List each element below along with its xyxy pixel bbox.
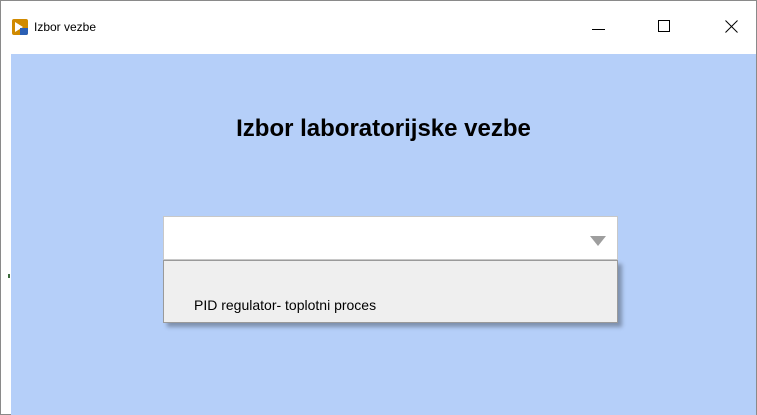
app-window: Izbor vezbe Izbor laboratorijske vezbe P… xyxy=(0,0,757,415)
minimize-icon xyxy=(592,29,605,30)
close-button[interactable] xyxy=(708,1,754,54)
client-area: Izbor laboratorijske vezbe PID regulator… xyxy=(11,54,756,415)
exercise-select[interactable] xyxy=(163,216,618,260)
title-bar[interactable]: Izbor vezbe xyxy=(1,1,756,54)
close-icon xyxy=(725,20,738,33)
window-edge-marker xyxy=(8,274,10,278)
window-title: Izbor vezbe xyxy=(34,20,97,34)
maximize-button[interactable] xyxy=(641,1,687,54)
app-icon[interactable] xyxy=(12,19,28,35)
exercise-dropdown-list: PID regulator- toplotni proces xyxy=(163,260,618,323)
page-title: Izbor laboratorijske vezbe xyxy=(236,115,531,142)
maximize-icon xyxy=(658,20,670,32)
minimize-button[interactable] xyxy=(575,1,621,54)
dropdown-option-pid[interactable]: PID regulator- toplotni proces xyxy=(164,293,617,317)
chevron-down-icon[interactable] xyxy=(590,236,606,246)
